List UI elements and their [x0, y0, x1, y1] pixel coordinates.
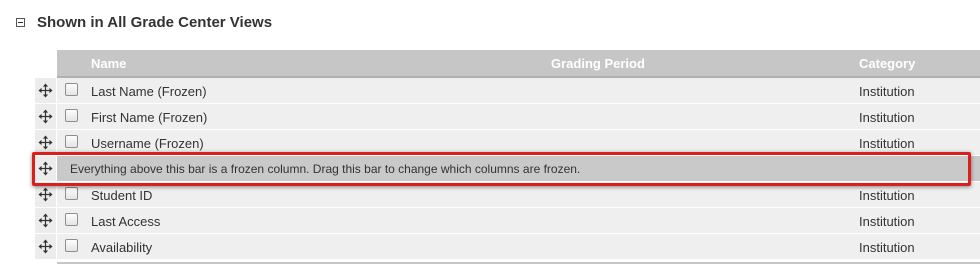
collapse-minus-icon[interactable] [16, 17, 25, 27]
table-row: Last Name (Frozen) Institution [35, 78, 980, 104]
column-category: Institution [859, 84, 915, 99]
frozen-columns-bar[interactable]: Everything above this bar is a frozen co… [57, 156, 980, 181]
row-body: Last Access Institution [57, 208, 980, 234]
table-row: Last Access Institution [35, 208, 980, 234]
move-arrows-icon[interactable] [35, 234, 56, 259]
row-body: Username (Frozen) Institution [57, 130, 980, 156]
table-row: Username (Frozen) Institution [35, 130, 980, 156]
column-name: Availability [91, 240, 153, 255]
move-arrows-icon[interactable] [35, 182, 56, 207]
column-category: Institution [859, 110, 915, 125]
move-arrows-icon[interactable] [35, 130, 56, 155]
column-name: Last Name (Frozen) [91, 84, 207, 99]
row-checkbox[interactable] [65, 239, 78, 252]
row-checkbox[interactable] [65, 135, 78, 148]
column-category: Institution [859, 188, 915, 203]
move-arrows-icon[interactable] [35, 78, 56, 103]
row-checkbox[interactable] [65, 213, 78, 226]
row-body: First Name (Frozen) Institution [57, 104, 980, 130]
column-category: Institution [859, 214, 915, 229]
move-arrows-icon[interactable] [35, 208, 56, 233]
column-category: Institution [859, 136, 915, 151]
column-header-category[interactable]: Category [859, 56, 915, 71]
column-name: Student ID [91, 188, 153, 203]
section-header: Shown in All Grade Center Views [16, 11, 272, 33]
row-checkbox[interactable] [65, 187, 78, 200]
move-arrows-icon[interactable] [35, 104, 56, 129]
column-category: Institution [859, 240, 915, 255]
column-name: Username (Frozen) [91, 136, 204, 151]
column-name: Last Access [91, 214, 161, 229]
move-arrows-icon[interactable] [35, 156, 56, 181]
column-name: First Name (Frozen) [91, 110, 208, 125]
column-header-grading-period[interactable]: Grading Period [551, 56, 645, 71]
frozen-bar-row: Everything above this bar is a frozen co… [35, 156, 980, 182]
grid-header: Name Grading Period Category [57, 50, 980, 78]
table-row: First Name (Frozen) Institution [35, 104, 980, 130]
section-title: Shown in All Grade Center Views [37, 13, 273, 31]
columns-grid: Name Grading Period Category Last Name (… [35, 50, 980, 260]
frozen-bar-text: Everything above this bar is a frozen co… [70, 162, 581, 176]
grid-bottom-border [57, 262, 980, 264]
row-body: Student ID Institution [57, 182, 980, 208]
column-header-name[interactable]: Name [91, 56, 126, 71]
row-body: Last Name (Frozen) Institution [57, 78, 980, 104]
row-body: Availability Institution [57, 234, 980, 260]
row-checkbox[interactable] [65, 83, 78, 96]
table-row: Availability Institution [35, 234, 980, 260]
row-checkbox[interactable] [65, 109, 78, 122]
table-row: Student ID Institution [35, 182, 980, 208]
